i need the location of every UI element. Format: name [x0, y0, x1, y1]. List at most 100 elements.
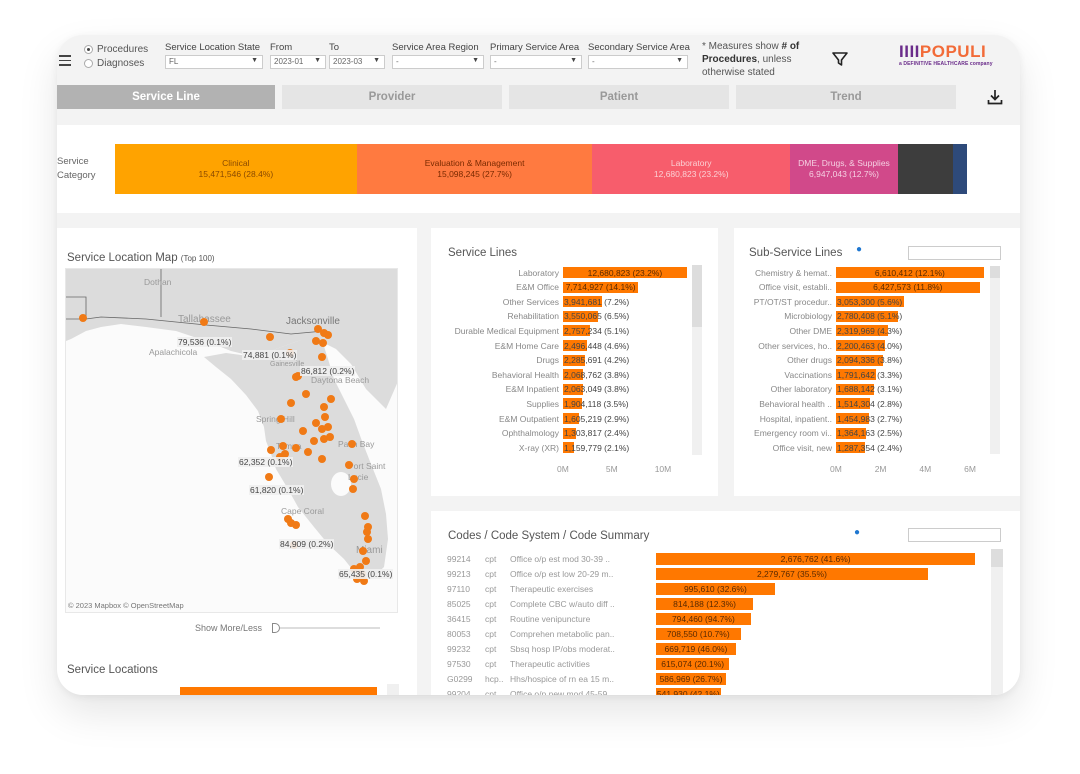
map-marker[interactable] — [361, 512, 369, 520]
bar-row[interactable]: Other DME 2,319,969 (4.3%) — [734, 324, 984, 337]
service-lines-scrollbar[interactable] — [692, 265, 702, 455]
code-bar[interactable]: 814,188 (12.3%) — [656, 597, 754, 610]
map-marker[interactable] — [200, 318, 208, 326]
category-segment[interactable] — [952, 144, 967, 194]
bar-row[interactable]: Other drugs 2,094,336 (3.8%) — [734, 354, 984, 367]
state-select[interactable]: FL ▼ — [165, 55, 263, 69]
bar-row[interactable]: E&M Office 7,714,927 (14.1%) — [431, 281, 686, 294]
map-marker[interactable] — [267, 446, 275, 454]
code-bar[interactable]: 2,676,762 (41.6%) — [656, 552, 976, 565]
bar-row[interactable]: E&M Home Care 2,496,448 (4.6%) — [431, 339, 686, 352]
map-marker[interactable] — [299, 427, 307, 435]
filter-funnel-icon[interactable] — [832, 51, 848, 72]
map-marker[interactable] — [304, 448, 312, 456]
tab-service-line[interactable]: Service Line — [57, 85, 275, 109]
code-bar[interactable]: 708,550 (10.7%) — [656, 627, 741, 640]
tab-patient[interactable]: Patient — [509, 85, 729, 109]
bar-row[interactable]: E&M Outpatient 1,605,219 (2.9%) — [431, 412, 686, 425]
codes-scrollbar[interactable] — [991, 549, 1003, 695]
map-marker[interactable] — [310, 437, 318, 445]
service-locations-scrollbar[interactable] — [387, 684, 399, 695]
map-marker[interactable] — [277, 415, 285, 423]
bar-row[interactable]: Behavioral Health 2,068,762 (3.8%) — [431, 368, 686, 381]
category-segment[interactable]: Clinical 15,471,546 (28.4%) — [115, 144, 357, 194]
bar-row[interactable]: Durable Medical Equipment 2,757,234 (5.1%… — [431, 324, 686, 337]
pin-icon[interactable]: ● — [856, 244, 862, 255]
map-marker[interactable] — [292, 373, 300, 381]
pin-icon[interactable]: ● — [854, 527, 860, 538]
map-marker[interactable] — [318, 455, 326, 463]
map-marker[interactable] — [326, 433, 334, 441]
primary-area-select[interactable]: - ▼ — [490, 55, 582, 69]
bar-row[interactable]: Drugs 2,285,691 (4.2%) — [431, 354, 686, 367]
category-segment[interactable]: Evaluation & Management 15,098,245 (27.7%… — [356, 144, 593, 194]
code-bar[interactable]: 586,969 (26.7%) — [656, 672, 726, 685]
map-marker[interactable] — [287, 399, 295, 407]
to-select[interactable]: 2023-03 ▼ — [329, 55, 385, 69]
region-select[interactable]: - ▼ — [392, 55, 484, 69]
bar-row[interactable]: Behavioral health .. 1,514,304 (2.8%) — [734, 397, 984, 410]
hamburger-menu-icon[interactable] — [59, 55, 71, 66]
category-segment[interactable] — [898, 144, 953, 194]
code-bar[interactable]: 995,610 (32.6%) — [656, 582, 775, 595]
bar-row[interactable]: Emergency room vi.. 1,364,163 (2.5%) — [734, 427, 984, 440]
scrollbar-thumb[interactable] — [991, 549, 1003, 567]
map-marker[interactable] — [348, 440, 356, 448]
bar-row[interactable]: Laboratory 12,680,823 (23.2%) — [431, 266, 687, 279]
bar-row[interactable]: Office visit, establi.. 6,427,573 (11.8%) — [734, 281, 984, 294]
bar-row[interactable]: Office visit, new 1,287,354 (2.4%) — [734, 441, 984, 454]
code-bar[interactable]: 541,930 (42.1%) — [656, 687, 721, 695]
tab-provider[interactable]: Provider — [282, 85, 502, 109]
map-marker[interactable] — [79, 314, 87, 322]
map-marker[interactable] — [320, 403, 328, 411]
category-segment[interactable]: Laboratory 12,680,823 (23.2%) — [592, 144, 790, 194]
bar-row[interactable]: Other Services 3,941,681 (7.2%) — [431, 295, 686, 308]
bar-row[interactable]: PT/OT/ST procedur.. 3,053,300 (5.6%) — [734, 295, 984, 308]
bar-row[interactable]: Hospital, inpatient.. 1,454,983 (2.7%) — [734, 412, 984, 425]
map-marker[interactable] — [350, 475, 358, 483]
scrollbar-thumb[interactable] — [990, 266, 1000, 278]
bar-row[interactable]: Microbiology 2,780,408 (5.1%) — [734, 310, 984, 323]
map-marker[interactable] — [321, 413, 329, 421]
category-segment[interactable]: DME, Drugs, & Supplies 6,947,043 (12.7%) — [789, 144, 899, 194]
bar-row[interactable]: Rehabilitation 3,550,065 (6.5%) — [431, 310, 686, 323]
map-marker[interactable] — [279, 442, 287, 450]
download-icon[interactable] — [982, 84, 1008, 110]
bar-row[interactable]: Chemistry & hemat.. 6,610,412 (12.1%) — [734, 266, 984, 279]
radio-procedures[interactable]: Procedures — [84, 42, 148, 56]
radio-diagnoses[interactable]: Diagnoses — [84, 56, 148, 70]
slider-handle[interactable] — [272, 623, 281, 633]
bar-row[interactable]: Ophthalmology 1,303,817 (2.4%) — [431, 427, 686, 440]
scrollbar-thumb[interactable] — [692, 265, 702, 327]
code-bar[interactable]: 794,460 (94.7%) — [656, 612, 751, 625]
service-location-map[interactable]: Dothan Tallahassee Jacksonville Apalachi… — [65, 268, 398, 613]
map-marker[interactable] — [359, 547, 367, 555]
map-marker[interactable] — [364, 535, 372, 543]
sub-service-scrollbar[interactable] — [990, 266, 1000, 454]
map-marker[interactable] — [324, 423, 332, 431]
bar-row[interactable]: E&M Inpatient 2,063,049 (3.8%) — [431, 383, 686, 396]
from-select[interactable]: 2023-01 ▼ — [270, 55, 326, 69]
codes-search-input[interactable] — [908, 528, 1001, 542]
map-marker[interactable] — [319, 339, 327, 347]
bar-row[interactable]: Other laboratory 1,688,142 (3.1%) — [734, 383, 984, 396]
map-marker[interactable] — [302, 390, 310, 398]
bar-row[interactable]: Other services, ho.. 2,200,463 (4.0%) — [734, 339, 984, 352]
map-marker[interactable] — [324, 331, 332, 339]
bar-row[interactable]: Vaccinations 1,791,642 (3.3%) — [734, 368, 984, 381]
bar-row[interactable]: Supplies 1,904,118 (3.5%) — [431, 397, 686, 410]
map-marker[interactable] — [266, 333, 274, 341]
bar-row[interactable]: X-ray (XR) 1,159,779 (2.1%) — [431, 441, 686, 454]
map-marker[interactable] — [292, 521, 300, 529]
tab-trend[interactable]: Trend — [736, 85, 956, 109]
secondary-area-select[interactable]: - ▼ — [588, 55, 688, 69]
map-marker[interactable] — [327, 395, 335, 403]
code-bar[interactable]: 615,074 (20.1%) — [656, 657, 730, 670]
map-marker[interactable] — [345, 461, 353, 469]
sub-service-search-input[interactable] — [908, 246, 1001, 260]
slider-track[interactable] — [280, 627, 381, 629]
map-marker[interactable] — [349, 485, 357, 493]
code-bar[interactable]: 2,279,767 (35.5%) — [656, 567, 928, 580]
code-bar[interactable]: 669,719 (46.0%) — [656, 642, 736, 655]
map-marker[interactable] — [265, 473, 273, 481]
